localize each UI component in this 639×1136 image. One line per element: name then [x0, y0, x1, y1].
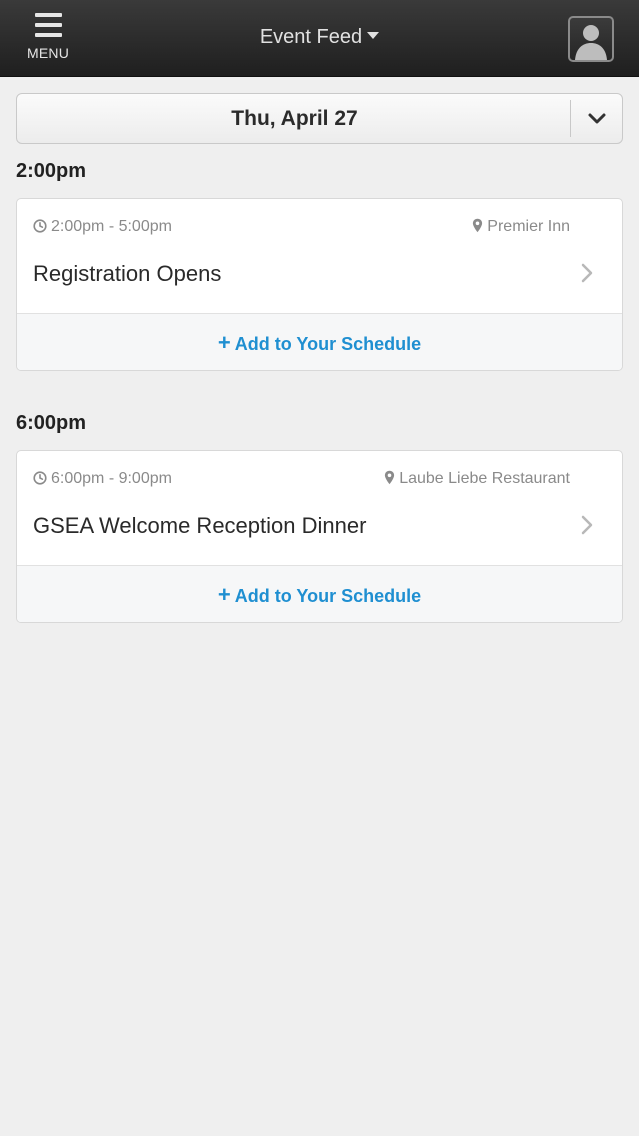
event-location: Laube Liebe Restaurant	[384, 470, 570, 488]
add-to-schedule-button[interactable]: + Add to Your Schedule	[17, 565, 622, 622]
page-title: Event Feed	[259, 26, 363, 48]
add-to-schedule-label: Add to Your Schedule	[234, 586, 422, 606]
event-time-range: 2:00pm - 5:00pm	[33, 218, 172, 236]
event-time-range: 6:00pm - 9:00pm	[33, 470, 172, 488]
date-dropdown-button[interactable]	[571, 94, 623, 143]
time-group-heading: 6:00pm	[16, 412, 87, 434]
chevron-right-icon	[581, 515, 593, 535]
add-to-schedule-button[interactable]: + Add to Your Schedule	[17, 313, 622, 370]
event-location-text: Premier Inn	[487, 218, 570, 235]
event-title[interactable]: Registration Opens	[33, 261, 221, 287]
chevron-right-icon	[581, 263, 593, 283]
map-pin-icon	[385, 470, 395, 485]
user-silhouette-icon	[575, 25, 607, 60]
event-time-text: 2:00pm - 5:00pm	[51, 218, 172, 235]
event-location-text: Laube Liebe Restaurant	[399, 470, 570, 487]
event-feed-dropdown[interactable]: Event Feed	[0, 26, 639, 49]
time-group-heading: 2:00pm	[16, 160, 87, 182]
clock-icon	[33, 471, 47, 485]
clock-icon	[33, 219, 47, 233]
plus-icon: +	[217, 582, 231, 607]
top-bar: MENU Event Feed	[0, 0, 639, 77]
caret-down-icon	[367, 32, 380, 40]
event-card: 6:00pm - 9:00pm Laube Liebe Restaurant G…	[16, 450, 623, 623]
event-open-button[interactable]	[580, 262, 594, 289]
date-selector[interactable]: Thu, April 27	[16, 93, 623, 144]
chevron-down-icon	[588, 113, 606, 124]
avatar[interactable]	[568, 16, 614, 62]
add-to-schedule-label: Add to Your Schedule	[234, 334, 422, 354]
event-card: 2:00pm - 5:00pm Premier Inn Registration…	[16, 198, 623, 371]
map-pin-icon	[473, 218, 483, 233]
event-title[interactable]: GSEA Welcome Reception Dinner	[33, 513, 366, 539]
event-time-text: 6:00pm - 9:00pm	[51, 470, 172, 487]
event-location: Premier Inn	[472, 218, 570, 236]
date-label: Thu, April 27	[231, 107, 358, 130]
plus-icon: +	[217, 330, 231, 355]
event-open-button[interactable]	[580, 514, 594, 541]
